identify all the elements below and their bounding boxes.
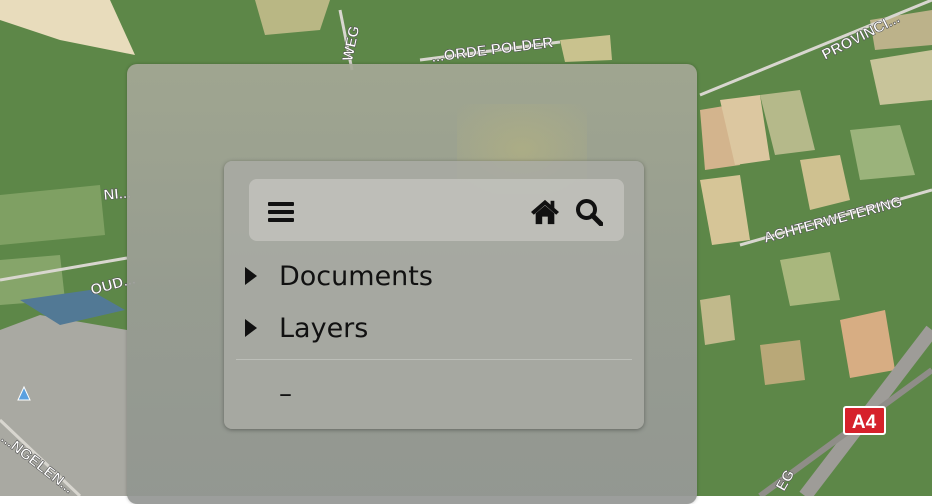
layer-menu: Documents Layers – — [224, 161, 644, 429]
empty-placeholder: – — [279, 379, 292, 409]
tree-item-layers[interactable]: Layers — [244, 310, 368, 346]
search-icon[interactable] — [575, 198, 603, 226]
caret-right-icon — [244, 318, 258, 338]
road-shield-a4: A4 — [843, 406, 886, 435]
tree-item-label: Documents — [279, 260, 433, 292]
menu-toolbar — [249, 179, 624, 241]
caret-right-icon — [244, 266, 258, 286]
tree-item-documents[interactable]: Documents — [244, 258, 433, 294]
tree-item-label: Layers — [279, 312, 369, 344]
menu-divider — [236, 359, 632, 360]
home-icon[interactable] — [531, 198, 559, 226]
svg-text:A4: A4 — [852, 412, 877, 433]
hamburger-menu-icon[interactable] — [267, 198, 295, 226]
